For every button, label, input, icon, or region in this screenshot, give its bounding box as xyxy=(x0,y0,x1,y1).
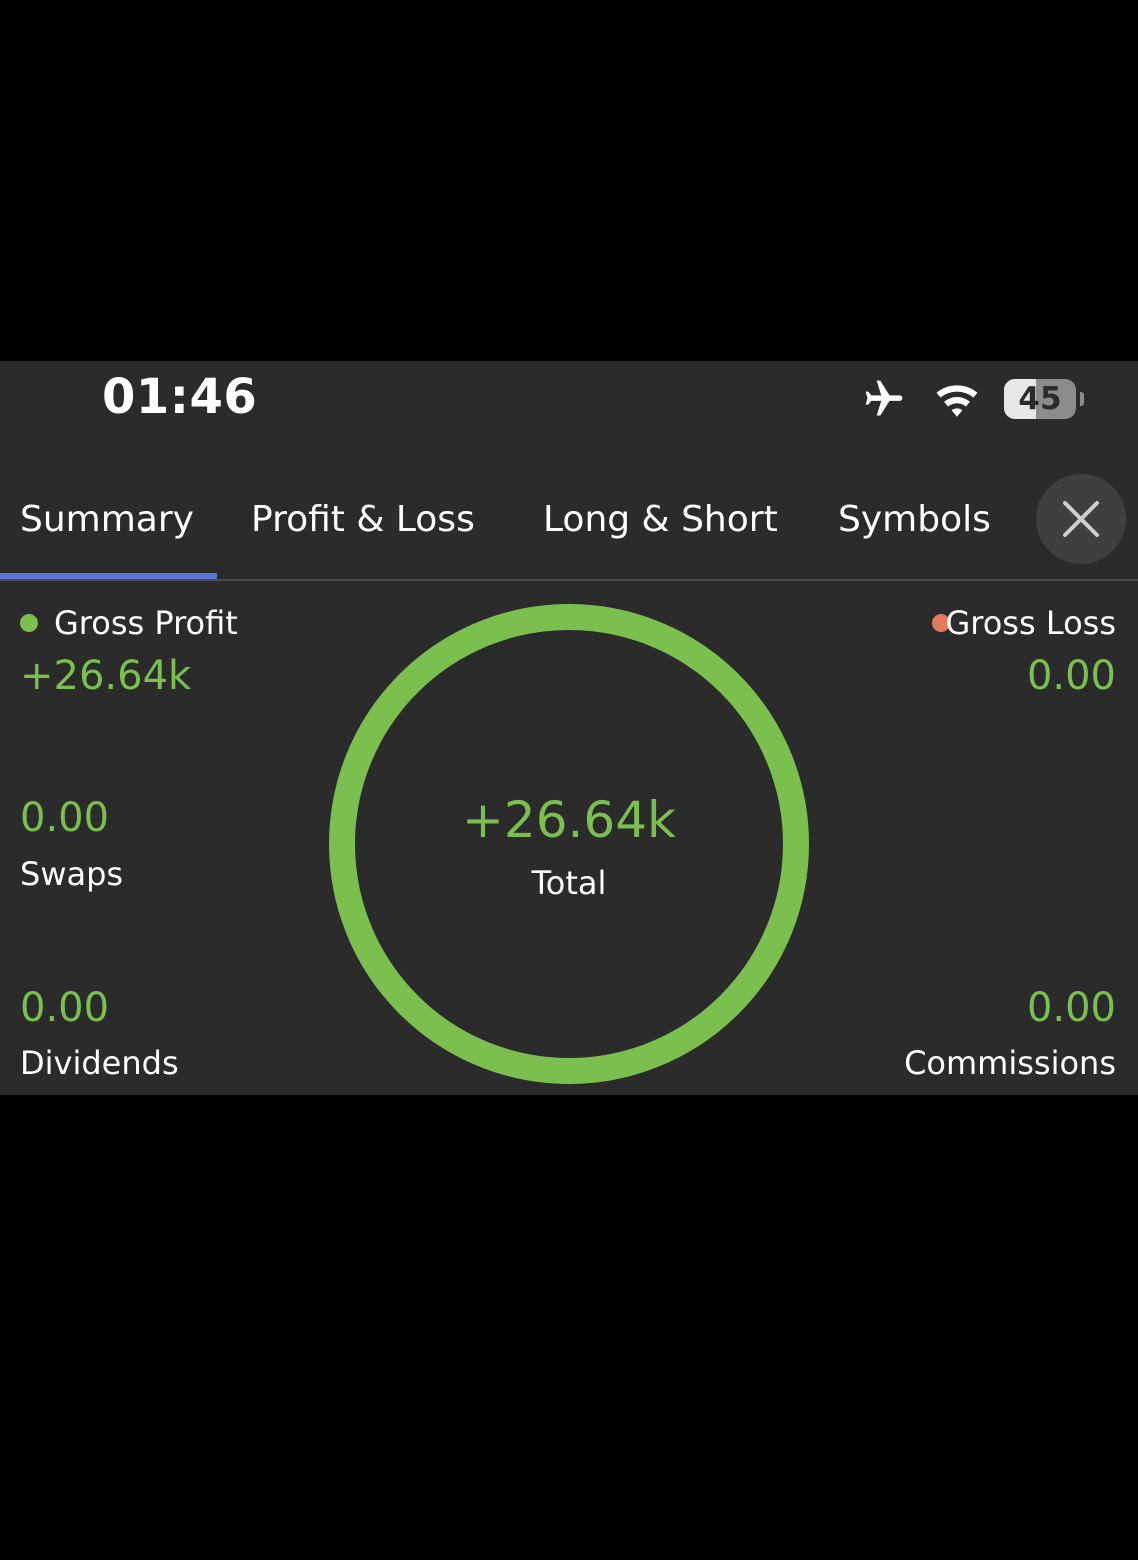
tab-summary[interactable]: Summary xyxy=(20,499,194,540)
dividends-value: 0.00 xyxy=(20,985,110,1031)
total-label: Total xyxy=(531,864,607,902)
close-icon xyxy=(1063,501,1099,537)
gross-loss-value: 0.00 xyxy=(1026,653,1116,699)
dividends-label: Dividends xyxy=(20,1044,179,1082)
total-value: +26.64k xyxy=(462,791,676,849)
battery-cap xyxy=(1080,392,1084,406)
status-time: 01:46 xyxy=(102,369,258,425)
swaps-value: 0.00 xyxy=(20,795,110,841)
close-button[interactable] xyxy=(1036,474,1126,564)
trading-summary-screen: 01:46 45 Summary Profit & Loss Long & Sh… xyxy=(0,361,1138,1095)
tab-bar: Summary Profit & Loss Long & Short Symbo… xyxy=(0,469,1138,581)
commissions-value: 0.00 xyxy=(1026,985,1116,1031)
active-tab-indicator xyxy=(0,573,217,579)
gross-profit-legend-dot xyxy=(20,614,38,632)
status-icons: 45 xyxy=(858,375,1084,423)
commissions-label: Commissions xyxy=(904,1044,1116,1082)
gross-loss-label: Gross Loss xyxy=(945,604,1116,642)
tab-long-short[interactable]: Long & Short xyxy=(543,499,778,540)
battery-body: 45 xyxy=(1004,379,1076,419)
wifi-icon xyxy=(936,385,978,417)
tab-profit-loss[interactable]: Profit & Loss xyxy=(251,499,475,540)
airplane-icon xyxy=(865,380,903,416)
gross-profit-value: +26.64k xyxy=(20,653,192,699)
swaps-label: Swaps xyxy=(20,855,124,893)
tab-symbols[interactable]: Symbols xyxy=(838,499,991,540)
gross-profit-label: Gross Profit xyxy=(54,604,238,642)
battery-indicator: 45 xyxy=(1004,379,1084,419)
battery-level: 45 xyxy=(1018,381,1062,417)
